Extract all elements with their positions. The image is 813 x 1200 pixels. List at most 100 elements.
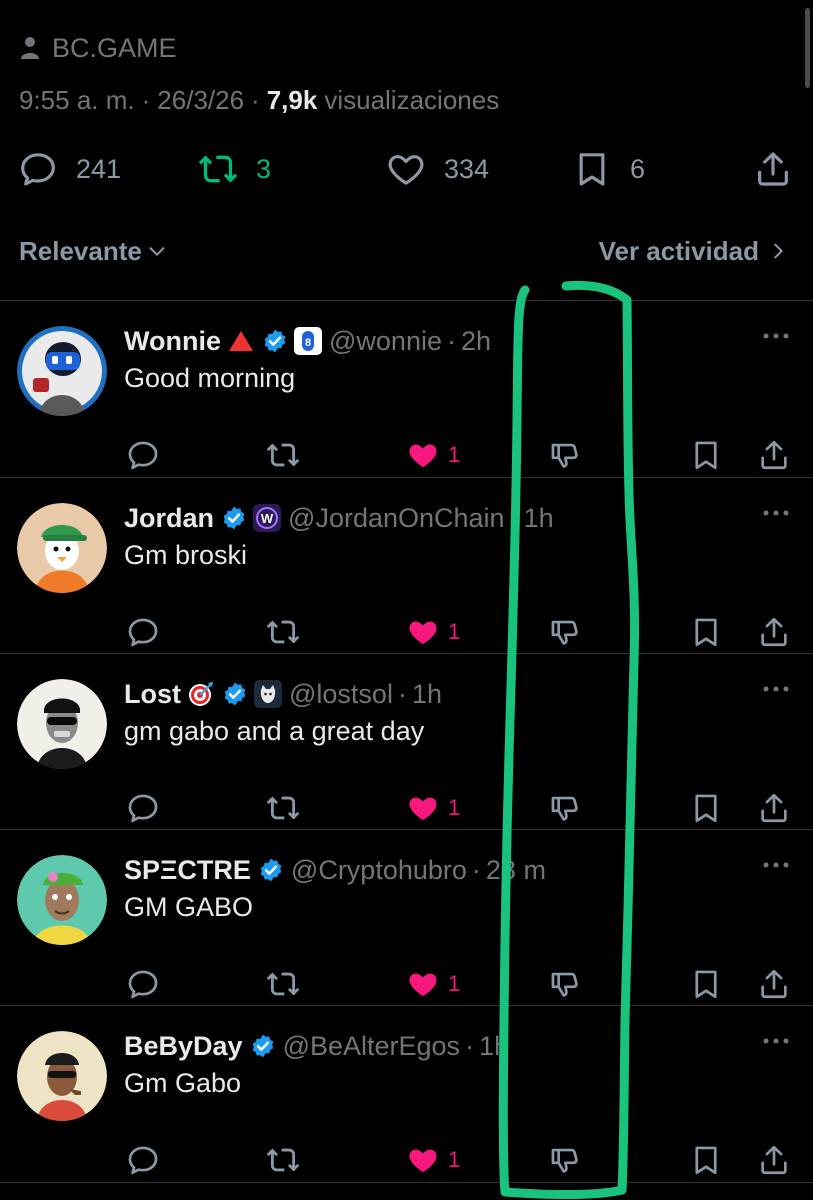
share-button[interactable]	[757, 1142, 791, 1178]
display-name[interactable]: Lost	[124, 679, 181, 710]
like-count: 1	[448, 795, 461, 820]
repost-button[interactable]	[266, 966, 300, 1002]
repost-button[interactable]	[266, 790, 300, 826]
reply-text: gm gabo and a great day	[124, 716, 425, 746]
reply-button[interactable]	[126, 614, 160, 650]
share-icon	[761, 793, 787, 823]
reply-time[interactable]: 28 m	[486, 855, 546, 886]
bookmark-button[interactable]	[689, 614, 723, 650]
scrollbar[interactable]	[805, 8, 810, 88]
bookmark-button[interactable]	[689, 1142, 723, 1178]
thumbs-down-icon	[551, 443, 578, 468]
more-icon	[763, 510, 789, 516]
display-name[interactable]: Jordan	[124, 503, 214, 534]
share-button[interactable]	[757, 437, 791, 473]
more-options-button[interactable]	[761, 684, 791, 694]
separator-dot: ·	[465, 1030, 475, 1061]
reply-time[interactable]: 2h	[461, 326, 491, 357]
meta-separator: ·	[141, 84, 151, 115]
avatar[interactable]	[17, 326, 107, 416]
view-activity-link[interactable]: Ver actividad	[599, 232, 789, 270]
chevron-down-icon	[149, 247, 165, 256]
w-badge-icon: W	[253, 504, 282, 532]
repost-icon	[266, 620, 300, 644]
reply-item[interactable]: SPΞCTRE @Cryptohubro · 28 m GM GABO 1	[0, 830, 813, 1006]
reply-button[interactable]	[126, 1142, 160, 1178]
reply-button[interactable]	[126, 966, 160, 1002]
reply-button[interactable]	[126, 790, 160, 826]
reply-icon	[128, 970, 158, 999]
reply-item[interactable]: Lost @lostsol · 1h gm gabo and a great d…	[0, 654, 813, 830]
repost-stat-button[interactable]: 3	[198, 146, 271, 192]
meta-separator: ·	[251, 84, 260, 115]
avatar[interactable]	[17, 855, 107, 945]
reply-time[interactable]: 1h	[524, 503, 554, 534]
like-stat-button[interactable]: 334	[386, 146, 489, 192]
reply-item[interactable]: Jordan W @JordanOnChain · 1h Gm broski 1	[0, 478, 813, 654]
reply-button[interactable]	[126, 437, 160, 473]
user-handle[interactable]: @JordanOnChain	[288, 503, 505, 534]
bookmark-button[interactable]	[689, 790, 723, 826]
chevron-right-icon	[774, 243, 783, 259]
bookmark-stat-button[interactable]: 6	[572, 146, 645, 192]
more-options-button[interactable]	[761, 1036, 791, 1046]
reply-icon	[128, 618, 158, 647]
cat-badge-icon	[254, 680, 282, 708]
downvote-button[interactable]	[548, 437, 582, 473]
avatar-image	[17, 1031, 107, 1121]
user-handle[interactable]: @BeAlterEgos	[283, 1031, 461, 1062]
reply-item[interactable]: BeByDay @BeAlterEgos · 1h Gm Gabo 1	[0, 1006, 813, 1182]
avatar[interactable]	[17, 1031, 107, 1121]
reply-time[interactable]: 1h	[479, 1031, 509, 1062]
downvote-button[interactable]	[548, 790, 582, 826]
display-name[interactable]: BeByDay	[124, 1031, 243, 1062]
reply-item[interactable]: Wonnie 8 @wonnie · 2h Good morning 1	[0, 301, 813, 477]
reply-sort-bar: Relevante Ver actividad	[0, 232, 813, 270]
reply-time[interactable]: 1h	[412, 679, 442, 710]
repost-button[interactable]	[266, 614, 300, 650]
share-button[interactable]	[757, 614, 791, 650]
like-button[interactable]: 1	[406, 614, 460, 650]
share-stat-button[interactable]	[753, 146, 793, 192]
separator-dot: ·	[397, 678, 407, 709]
like-button[interactable]: 1	[406, 1142, 460, 1178]
like-count: 1	[448, 619, 461, 644]
user-handle[interactable]: @Cryptohubro	[291, 855, 467, 886]
avatar-image	[17, 503, 107, 593]
divider	[0, 1182, 813, 1183]
downvote-button[interactable]	[548, 1142, 582, 1178]
user-handle[interactable]: @wonnie	[329, 326, 442, 357]
avatar[interactable]	[17, 503, 107, 593]
like-button[interactable]: 1	[406, 437, 460, 473]
repost-button[interactable]	[266, 1142, 300, 1178]
bookmark-button[interactable]	[689, 966, 723, 1002]
more-options-button[interactable]	[761, 508, 791, 518]
verified-badge-icon	[224, 682, 246, 706]
avatar[interactable]	[17, 679, 107, 769]
share-button[interactable]	[757, 966, 791, 1002]
source-label: BC.GAME	[52, 32, 177, 63]
more-options-button[interactable]	[761, 331, 791, 341]
display-name[interactable]: Wonnie	[124, 326, 221, 357]
verified-badge-icon	[260, 858, 282, 882]
sort-dropdown[interactable]: Relevante	[19, 232, 168, 270]
like-button[interactable]: 1	[406, 790, 460, 826]
reply-header: SPΞCTRE @Cryptohubro · 28 m	[124, 852, 546, 888]
share-button[interactable]	[757, 790, 791, 826]
user-handle[interactable]: @lostsol	[289, 679, 393, 710]
downvote-button[interactable]	[548, 966, 582, 1002]
avatar-image	[17, 855, 107, 945]
repost-button[interactable]	[266, 437, 300, 473]
reply-stat-button[interactable]: 241	[18, 146, 121, 192]
person-icon	[21, 37, 39, 59]
like-count: 1	[448, 442, 461, 467]
like-button[interactable]: 1	[406, 966, 460, 1002]
post-stats-bar: 241 3 334 6	[0, 146, 813, 192]
reply-actions: 1	[0, 790, 813, 830]
display-name[interactable]: SPΞCTRE	[124, 855, 251, 886]
bookmark-button[interactable]	[689, 437, 723, 473]
post-source[interactable]: BC.GAME	[20, 32, 177, 64]
more-options-button[interactable]	[761, 860, 791, 870]
reply-actions: 1	[0, 966, 813, 1006]
downvote-button[interactable]	[548, 614, 582, 650]
